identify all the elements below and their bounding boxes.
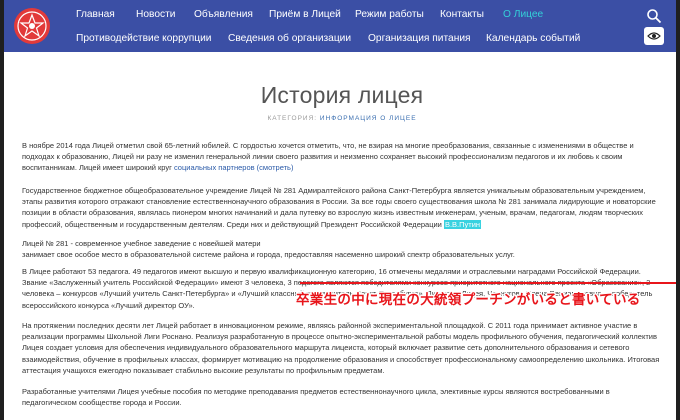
breadcrumb-label: КАТЕГОРИЯ: — [267, 115, 318, 122]
paragraph-modern: Лицей № 281 - современное учебное заведе… — [22, 238, 660, 260]
red-annotation-caption: 卒業生の中に現在の大統領プーチンがいると書いている — [296, 292, 641, 307]
nav-admission[interactable]: Приём в Лицей — [269, 9, 355, 20]
nav-about[interactable]: О Лицее — [503, 9, 543, 20]
lyceum-emblem-logo[interactable] — [12, 6, 52, 46]
nav-organization-info[interactable]: Сведения об организации — [228, 33, 368, 44]
nav-announcements[interactable]: Объявления — [194, 9, 269, 20]
nav-catering[interactable]: Организация питания — [368, 33, 486, 44]
nav-news[interactable]: Новости — [136, 9, 194, 20]
nav-contacts[interactable]: Контакты — [440, 9, 503, 20]
accessibility-toggle-button[interactable] — [644, 27, 664, 45]
search-icon[interactable] — [646, 8, 662, 24]
paragraph-text: Государственное бюджетное общеобразовате… — [22, 186, 656, 229]
eye-icon — [647, 32, 661, 40]
nav-schedule[interactable]: Режим работы — [355, 9, 440, 20]
nav-anticorruption[interactable]: Противодействие коррупции — [76, 33, 228, 44]
paragraph-textbooks: Разработанные учителями Лицея учебные по… — [22, 387, 610, 408]
nav-home[interactable]: Главная — [76, 9, 136, 20]
paragraph-innovation: На протяжении последних десяти лет Лицей… — [22, 321, 660, 375]
breadcrumb: КАТЕГОРИЯ: ИНФОРМАЦИЯ О ЛИЦЕЕ — [22, 115, 662, 122]
social-partners-link[interactable]: социальных партнеров (смотреть) — [174, 163, 294, 172]
breadcrumb-category-link[interactable]: ИНФОРМАЦИЯ О ЛИЦЕЕ — [320, 115, 417, 122]
paragraph-history: Государственное бюджетное общеобразовате… — [22, 185, 660, 230]
annotation-underline — [300, 282, 676, 284]
paragraph-jubilee: В ноябре 2014 года Лицей отметил свой 65… — [22, 140, 660, 174]
nav-events-calendar[interactable]: Календарь событий — [486, 33, 580, 44]
main-nav-row-2: Противодействие коррупции Сведения об ор… — [76, 28, 580, 48]
paragraph-text: В ноябре 2014 года Лицей отметил свой 65… — [22, 141, 634, 173]
highlighted-name: В.В.Путин — [443, 219, 482, 229]
main-nav-row-1: Главная Новости Объявления Приём в Лицей… — [76, 4, 543, 24]
paragraph-text-cont: занимает свое особое место в образовател… — [22, 250, 515, 260]
site-header: Главная Новости Объявления Приём в Лицей… — [4, 0, 676, 52]
page-title: История лицея — [260, 82, 424, 108]
browser-viewport: Главная Новости Объявления Приём в Лицей… — [4, 0, 676, 420]
paragraph-text: Лицей № 281 - современное учебное заведе… — [22, 239, 261, 248]
